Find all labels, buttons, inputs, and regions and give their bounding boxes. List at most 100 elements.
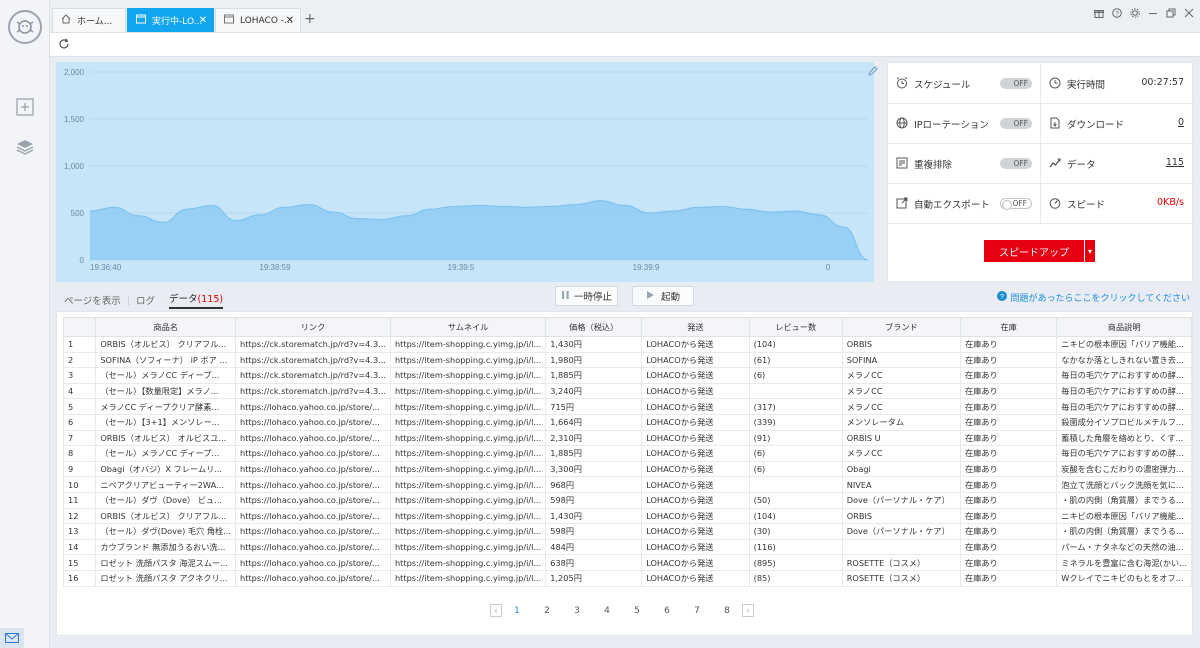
x-tick-label: 19:39:5 bbox=[448, 263, 475, 272]
table-cell: https://item-shopping.c.yimg.jp/i/l... bbox=[389, 554, 547, 571]
column-header[interactable]: 商品説明 bbox=[1056, 317, 1192, 337]
schedule-label: スケジュール bbox=[914, 80, 971, 91]
table-cell: https://item-shopping.c.yimg.jp/i/l... bbox=[389, 445, 547, 462]
table-cell: 3,300円 bbox=[545, 460, 643, 478]
table-cell: (895) bbox=[748, 554, 843, 571]
table-cell: メンソレータム bbox=[841, 413, 962, 431]
table-row[interactable]: 16 ロゼット 洗顔パスタ アクネクリ... https://lohaco.yaho… bbox=[62, 569, 1192, 587]
new-tab-icon[interactable]: + bbox=[304, 11, 316, 27]
table-row[interactable]: 1 ORBIS（オルビス） クリアフル... https://ck.storemat… bbox=[62, 336, 1192, 353]
table-row[interactable]: 5 メラノCC ディープクリア酵素... https://lohaco.yahoo.… bbox=[62, 398, 1192, 415]
page-number[interactable]: 1 bbox=[502, 606, 532, 616]
page-number[interactable]: 2 bbox=[532, 606, 562, 616]
table-row[interactable]: 3 （セール）メラノCC ディープ... https://ck.storematch… bbox=[62, 367, 1192, 384]
table-row[interactable]: 2 SOFINA（ソフィーナ） iP ボア ... https://ck.store… bbox=[62, 351, 1192, 369]
dedupe-toggle[interactable]: OFF bbox=[1000, 158, 1032, 169]
close-icon[interactable]: ✕ bbox=[199, 15, 207, 26]
chevron-right-icon[interactable]: › bbox=[742, 604, 754, 617]
page-list: 12345678 bbox=[502, 606, 742, 616]
x-tick-label: 19:39:9 bbox=[633, 263, 660, 272]
column-header[interactable]: 価格（税込） bbox=[545, 317, 643, 337]
table-cell: ORBIS bbox=[841, 336, 962, 353]
table-row[interactable]: 12 ORBIS（オルビス） クリアフル... https://lohaco.yah… bbox=[62, 507, 1192, 525]
ip-rotation-toggle[interactable]: OFF bbox=[1000, 118, 1032, 129]
mail-icon[interactable] bbox=[0, 628, 24, 648]
pause-button[interactable]: 一時停止 bbox=[555, 286, 618, 306]
data-value[interactable]: 115 bbox=[1166, 157, 1184, 168]
y-tick-label: 2,000 bbox=[64, 68, 85, 77]
close-window-icon[interactable] bbox=[1184, 8, 1194, 18]
table-cell: 1,980円 bbox=[545, 351, 643, 369]
table-row[interactable]: 10 ニベアクリアビューティー2WA... https://lohaco.yahoo… bbox=[62, 476, 1192, 493]
tab-data[interactable]: データ(115) bbox=[169, 291, 224, 309]
table-row[interactable]: 6 （セール）【3+1】メンソレー... https://lohaco.yahoo.… bbox=[62, 413, 1192, 431]
tab-log[interactable]: ログ bbox=[136, 293, 155, 307]
table-cell: https://lohaco.yahoo.co.jp/store/... bbox=[235, 491, 391, 509]
reload-icon[interactable] bbox=[58, 38, 70, 53]
gear-icon[interactable] bbox=[1130, 8, 1140, 18]
restore-icon[interactable] bbox=[1166, 8, 1176, 18]
table-cell: 在庫あり bbox=[959, 523, 1058, 540]
table-cell: LOHACOから発送 bbox=[641, 367, 750, 384]
column-header[interactable]: ブランド bbox=[841, 317, 962, 337]
close-icon[interactable]: ✕ bbox=[286, 15, 294, 26]
tab-lohaco[interactable]: LOHACO -... ✕ bbox=[215, 8, 301, 32]
table-cell: 2 bbox=[62, 351, 97, 369]
new-task-icon[interactable] bbox=[13, 95, 37, 119]
data-label: データ bbox=[1067, 160, 1096, 171]
minimize-icon[interactable] bbox=[1148, 8, 1158, 18]
help-icon[interactable]: ? bbox=[1112, 8, 1122, 18]
table-row[interactable]: 14 カウブランド 無添加うるおい洗... https://lohaco.yahoo… bbox=[62, 538, 1192, 556]
dedupe-label: 重複排除 bbox=[914, 160, 953, 171]
page-number[interactable]: 3 bbox=[562, 606, 592, 616]
start-button[interactable]: 起動 bbox=[632, 286, 694, 306]
table-cell: https://lohaco.yahoo.co.jp/store/... bbox=[235, 554, 391, 571]
table-row[interactable]: 8 （セール）メラノCC ディープ... https://lohaco.yahoo.… bbox=[62, 445, 1192, 462]
download-value[interactable]: 0 bbox=[1178, 117, 1184, 128]
table-row[interactable]: 11 （セール）ダヴ（Dove） ビュ... https://lohaco.yaho… bbox=[62, 491, 1192, 509]
table-row[interactable]: 4 （セール）【数量限定】メラノ... https://ck.storematch.… bbox=[62, 382, 1192, 400]
tab-home[interactable]: ホーム... bbox=[52, 8, 126, 32]
table-cell: 968円 bbox=[545, 476, 643, 493]
table-cell: https://item-shopping.c.yimg.jp/i/l... bbox=[389, 523, 547, 540]
gift-icon[interactable] bbox=[1094, 8, 1104, 18]
page-number[interactable]: 8 bbox=[712, 606, 742, 616]
page-number[interactable]: 7 bbox=[682, 606, 712, 616]
chevron-down-icon[interactable]: ▾ bbox=[1085, 240, 1095, 262]
table-cell: https://lohaco.yahoo.co.jp/store/... bbox=[235, 538, 391, 556]
table-row[interactable]: 13 （セール）ダヴ(Dove) 毛穴 角栓... https://lohaco.y… bbox=[62, 523, 1192, 540]
column-header[interactable]: 商品名 bbox=[95, 317, 237, 337]
column-header[interactable]: サムネイル bbox=[389, 317, 547, 337]
table-cell: 8 bbox=[62, 445, 97, 462]
column-header[interactable]: レビュー数 bbox=[748, 317, 843, 337]
column-header[interactable]: 発送 bbox=[641, 317, 750, 337]
tab-page-view[interactable]: ページを表示 bbox=[64, 293, 121, 307]
help-link[interactable]: ? 問題があったらここをクリックしてください bbox=[996, 291, 1190, 304]
chevron-left-icon[interactable]: ‹ bbox=[490, 604, 502, 617]
schedule-row: スケジュール OFF bbox=[888, 64, 1041, 103]
column-header[interactable] bbox=[62, 317, 97, 337]
speed-up-button[interactable]: スピードアップ bbox=[984, 240, 1084, 262]
tab-running[interactable]: 実行中-LO... ✕ bbox=[127, 8, 214, 32]
table-cell: ORBIS bbox=[841, 507, 962, 525]
table-cell: https://ck.storematch.jp/rd?v=4.3... bbox=[235, 351, 391, 369]
table-row[interactable]: 9 Obagi（オバジ）X フレームリ... https://lohaco.yaho… bbox=[62, 460, 1192, 478]
page-number[interactable]: 6 bbox=[652, 606, 682, 616]
auto-export-toggle[interactable]: OFF bbox=[1000, 198, 1032, 210]
table-cell: メラノCC bbox=[841, 445, 962, 462]
column-header[interactable]: 在庫 bbox=[959, 317, 1058, 337]
tab-label: 実行中-LO... bbox=[152, 17, 203, 27]
column-header[interactable]: リンク bbox=[235, 317, 391, 337]
table-cell: 1,664円 bbox=[545, 413, 643, 431]
data-table: 商品名 リンク サムネイル 価格（税込） 発送 レビュー数 ブランド 在庫 商品説明 1 ORBI… bbox=[62, 317, 1192, 587]
table-cell: LOHACOから発送 bbox=[641, 476, 750, 493]
page-number[interactable]: 5 bbox=[622, 606, 652, 616]
dedupe-icon bbox=[896, 157, 908, 169]
table-row[interactable]: 7 ORBIS（オルビス） オルビスユ... https://lohaco.yaho… bbox=[62, 429, 1192, 447]
page-number[interactable]: 4 bbox=[592, 606, 622, 616]
schedule-toggle[interactable]: OFF bbox=[1000, 78, 1032, 89]
table-cell: 在庫あり bbox=[959, 554, 1058, 571]
layers-icon[interactable] bbox=[13, 135, 37, 159]
table-row[interactable]: 15 ロゼット 洗顔パスタ 海泥スムー... https://lohaco.yaho… bbox=[62, 554, 1192, 571]
table-cell: Obagi（オバジ）X フレームリ... bbox=[95, 460, 237, 478]
